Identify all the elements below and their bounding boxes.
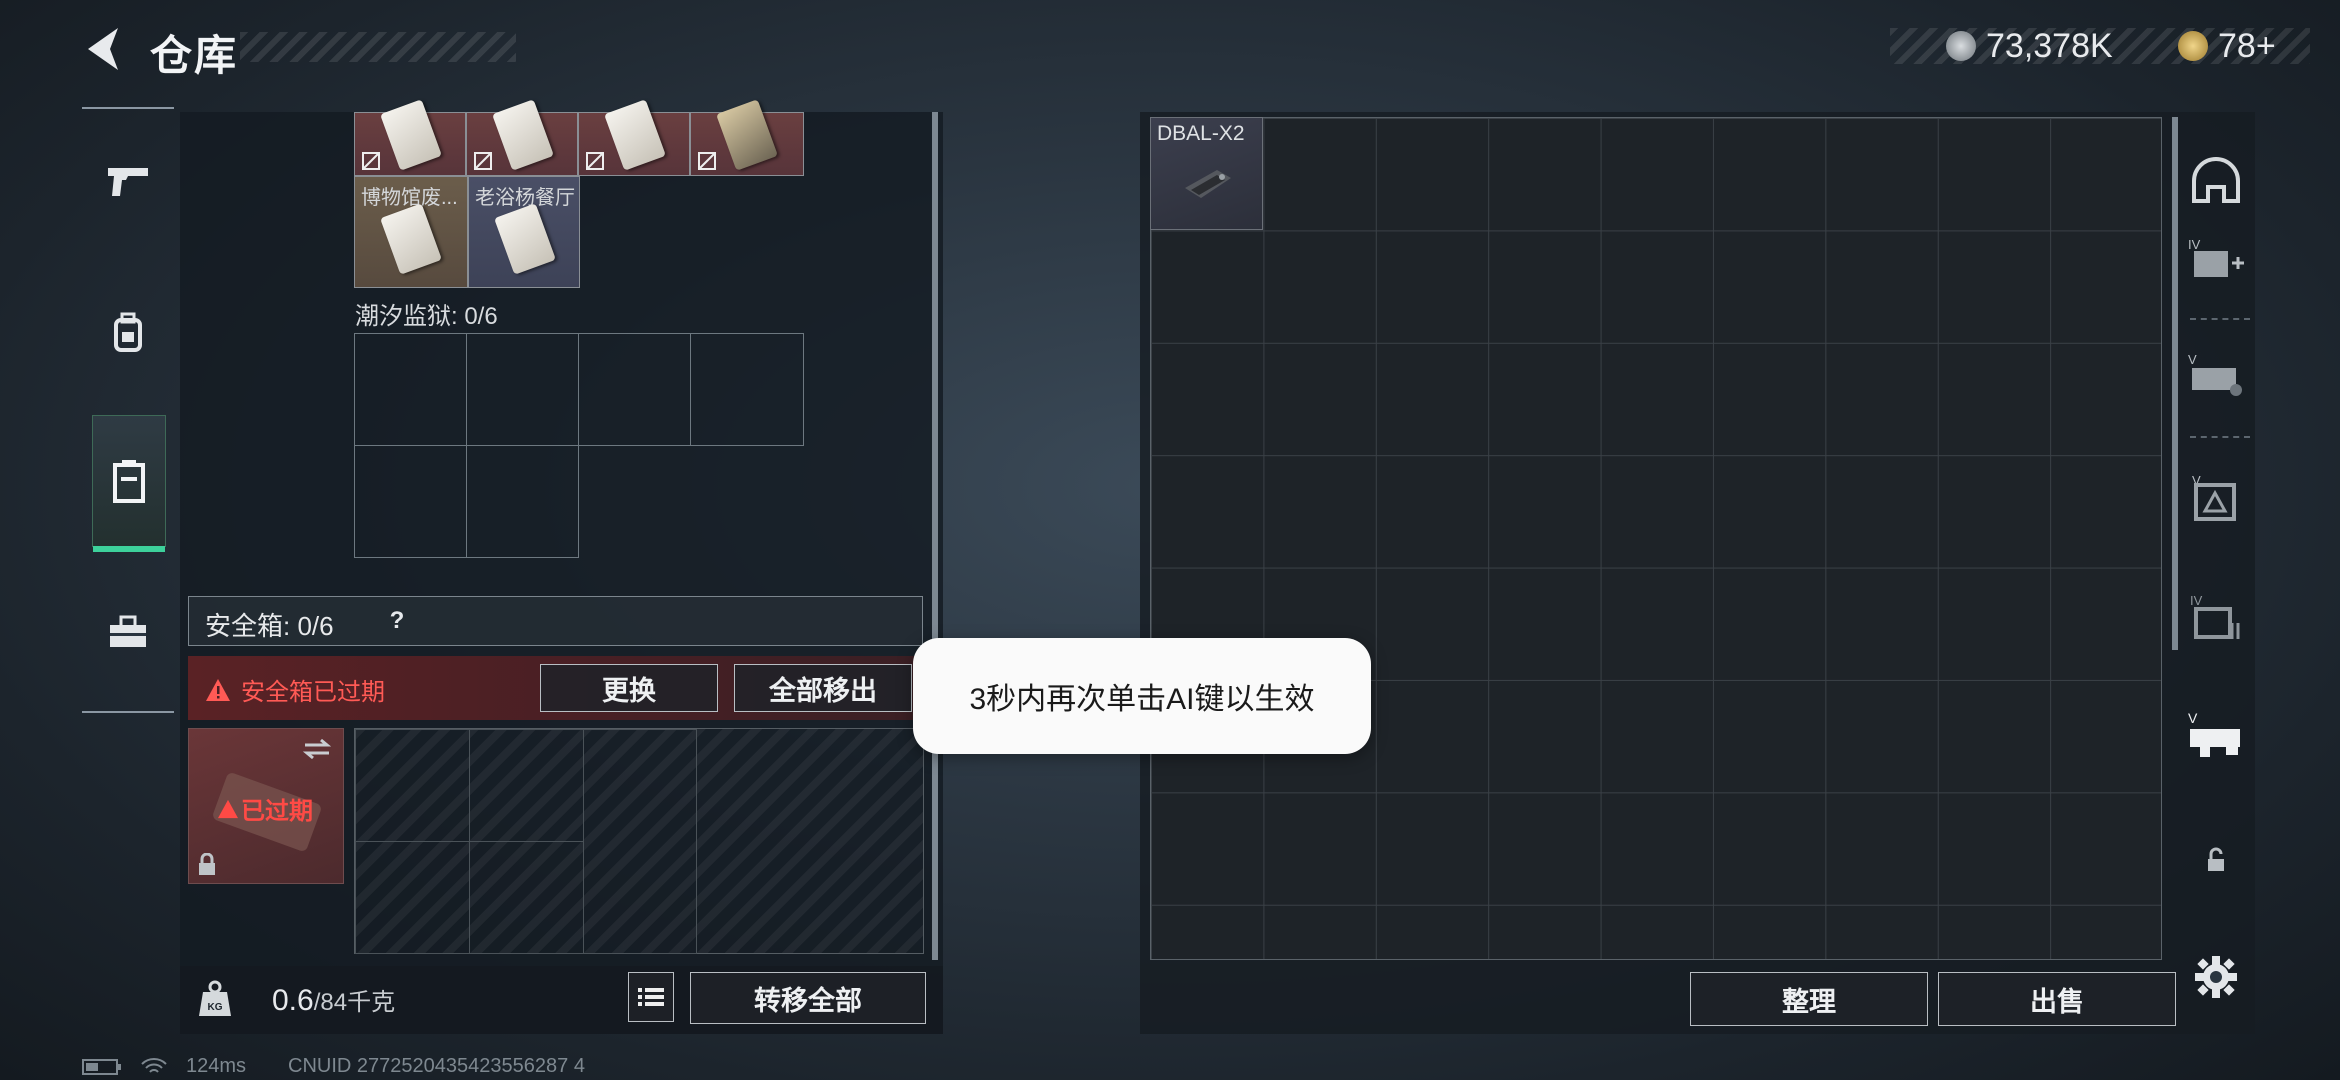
currency-silver-value: 73,378K — [1986, 26, 2113, 65]
key-card-2[interactable] — [466, 99, 578, 176]
swap-icon[interactable] — [301, 737, 333, 761]
prison-slot[interactable] — [578, 333, 691, 446]
tool-separator — [2190, 436, 2250, 438]
weight-icon: KG — [199, 980, 231, 1016]
chest-rig-icon: V — [2188, 352, 2242, 396]
gun-attachment-filter-button[interactable]: V — [2186, 706, 2246, 766]
bag-icon: IV — [2190, 593, 2240, 639]
prison-slot[interactable] — [354, 445, 467, 558]
key-card-1[interactable] — [354, 99, 466, 176]
currency-gold[interactable]: 78+ — [2178, 26, 2276, 65]
toolbox-icon — [110, 615, 146, 647]
sort-button[interactable]: 整理 — [1690, 972, 1928, 1026]
medkit-filter-button[interactable]: IV — [2186, 230, 2246, 290]
armor-icon: V — [2192, 473, 2236, 521]
no-entry-icon — [474, 152, 492, 170]
svg-text:V: V — [2188, 711, 2198, 726]
page-title: 仓库 — [150, 32, 239, 79]
helmet-icon — [2192, 157, 2240, 203]
svg-text:V: V — [2188, 352, 2197, 367]
svg-text:KG: KG — [208, 1002, 223, 1013]
safe-slot-group — [355, 729, 697, 954]
transfer-all-button[interactable]: 转移全部 — [690, 972, 926, 1024]
currency-bar: 73,378K 78+ — [1890, 26, 2310, 65]
prison-slot[interactable] — [466, 333, 579, 446]
backpack-icon — [114, 312, 142, 352]
replace-button[interactable]: 更换 — [540, 664, 718, 712]
ping-value: 124ms — [186, 1055, 247, 1077]
safe-box-label: 安全箱: 0/6 — [205, 611, 334, 641]
prison-section-label: 潮汐监狱: 0/6 — [355, 303, 498, 330]
card-label: 老浴杨餐厅 — [475, 187, 575, 209]
status-bar: 124ms CNUID 2772520435423556287 4 — [82, 1055, 585, 1078]
expired-text: 安全箱已过期 — [241, 679, 385, 706]
svg-text:IV: IV — [2190, 593, 2203, 608]
battery-icon — [82, 1058, 121, 1075]
item-expired-tag: 已过期 — [217, 791, 313, 826]
weight-capacity: /84千克 — [313, 989, 396, 1016]
weight-readout: 0.6/84千克 — [272, 982, 395, 1018]
remove-all-button[interactable]: 全部移出 — [734, 664, 912, 712]
laser-sight-icon — [1185, 170, 1231, 198]
warning-icon — [206, 678, 230, 701]
sell-button[interactable]: 出售 — [1938, 972, 2176, 1026]
key-card-museum[interactable]: 博物馆废... — [354, 176, 468, 288]
warning-icon — [218, 799, 238, 818]
pistol-icon — [108, 168, 148, 196]
prison-slot[interactable] — [354, 333, 467, 446]
help-icon[interactable]: ? — [380, 604, 414, 638]
lock-icon — [2208, 847, 2224, 871]
expired-notice: 安全箱已过期 — [205, 672, 385, 707]
currency-silver[interactable]: 73,378K — [1946, 26, 2113, 65]
helmet-filter-button[interactable] — [2186, 150, 2246, 210]
lock-icon — [199, 853, 215, 875]
nav-item-toolbox[interactable] — [92, 567, 164, 697]
case-icon — [113, 460, 145, 503]
weight-value: 0.6 — [272, 984, 314, 1017]
nav-item-equipment[interactable] — [92, 267, 164, 397]
rig-filter-button[interactable]: V — [2186, 345, 2246, 405]
medkit-icon: IV — [2188, 237, 2244, 277]
armor-filter-button[interactable]: V — [2186, 468, 2246, 528]
key-card-3[interactable] — [578, 99, 690, 176]
list-icon — [638, 988, 664, 1006]
no-entry-icon — [586, 152, 604, 170]
item-dbal-x2[interactable]: DBAL-X2 — [1150, 117, 1263, 230]
toast-message: 3秒内再次单击AI键以生效 — [913, 638, 1371, 754]
gold-coin-icon — [2178, 31, 2208, 61]
tool-separator — [2190, 318, 2250, 320]
back-arrow-icon[interactable] — [82, 24, 126, 74]
prison-slot[interactable] — [466, 445, 579, 558]
warehouse-grid[interactable] — [1150, 117, 2162, 960]
safe-box-grid — [354, 728, 924, 954]
right-scrollbar[interactable] — [2172, 117, 2178, 650]
backpack-filter-button[interactable]: IV — [2186, 588, 2246, 648]
nav-item-weapons[interactable] — [92, 117, 164, 247]
card-label: 博物馆废... — [361, 187, 458, 209]
left-scrollbar[interactable] — [932, 112, 938, 960]
no-entry-icon — [698, 152, 716, 170]
list-view-button[interactable] — [628, 972, 674, 1022]
nav-item-containers[interactable] — [92, 415, 166, 552]
safe-box-item[interactable]: 已过期 — [188, 728, 344, 884]
currency-gold-value: 78+ — [2218, 26, 2276, 65]
gear-icon — [2195, 956, 2237, 998]
settings-button[interactable] — [2186, 947, 2246, 1007]
silver-coin-icon — [1946, 31, 1976, 61]
key-card-restaurant[interactable]: 老浴杨餐厅 — [468, 176, 580, 288]
prison-slot[interactable] — [690, 333, 804, 446]
title-decoration — [240, 32, 516, 62]
key-card-4[interactable] — [690, 99, 804, 176]
no-entry-icon — [362, 152, 380, 170]
wifi-icon — [141, 1057, 167, 1073]
svg-text:IV: IV — [2188, 237, 2201, 252]
nav-bottom-line — [82, 711, 174, 713]
nav-top-line — [82, 107, 174, 109]
lock-toggle-button[interactable] — [2186, 830, 2246, 890]
item-expired-text: 已过期 — [241, 798, 313, 825]
item-label: DBAL-X2 — [1157, 122, 1245, 145]
gun-part-icon: V — [2188, 711, 2240, 757]
uid-value: CNUID 2772520435423556287 4 — [288, 1055, 585, 1077]
category-nav — [82, 107, 174, 715]
